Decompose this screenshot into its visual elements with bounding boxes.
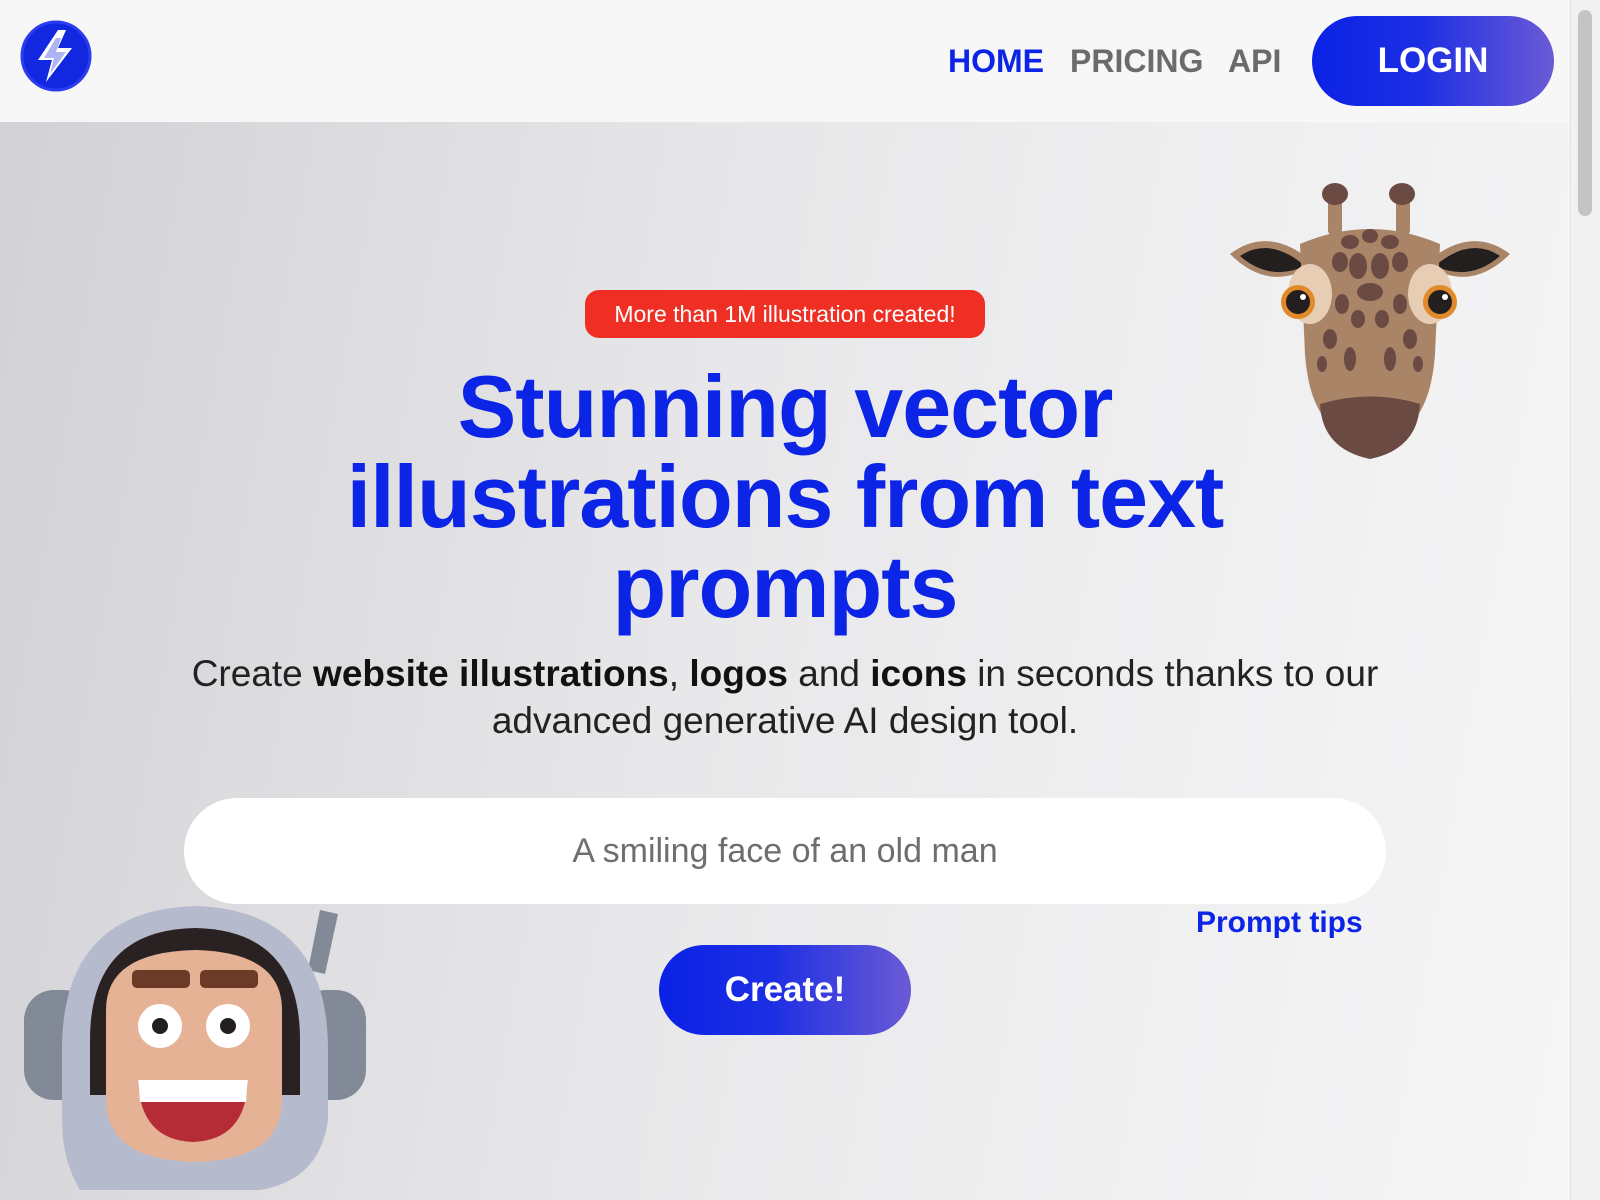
stats-badge: More than 1M illustration created! — [585, 290, 985, 338]
subline-bold-logos: logos — [689, 653, 788, 694]
astronaut-illustration — [24, 906, 366, 1190]
subline-bold-website-illustrations: website illustrations — [313, 653, 669, 694]
prompt-input[interactable] — [184, 798, 1386, 904]
nav-pricing-link[interactable]: PRICING — [1070, 40, 1203, 82]
scrollbar-thumb[interactable] — [1578, 10, 1592, 216]
subline-text-3: and — [787, 653, 871, 694]
create-button[interactable]: Create! — [659, 945, 911, 1035]
nav-api-link[interactable]: API — [1228, 40, 1281, 82]
subline-text-2: , — [668, 653, 690, 694]
nav-home-link[interactable]: HOME — [948, 40, 1044, 82]
lightning-logo-icon[interactable] — [18, 18, 94, 94]
prompt-tips-link[interactable]: Prompt tips — [1196, 906, 1363, 940]
hero-subline: Create website illustrations, logos and … — [180, 650, 1390, 744]
hero-headline: Stunning vector illustrations from text … — [346, 357, 1225, 636]
login-button[interactable]: LOGIN — [1312, 16, 1554, 106]
top-header: HOME PRICING API LOGIN — [0, 0, 1570, 122]
hero-section: More than 1M illustration created! Stunn… — [0, 122, 1570, 1200]
subline-text-1: Create — [191, 653, 314, 694]
subline-bold-icons: icons — [870, 653, 967, 694]
